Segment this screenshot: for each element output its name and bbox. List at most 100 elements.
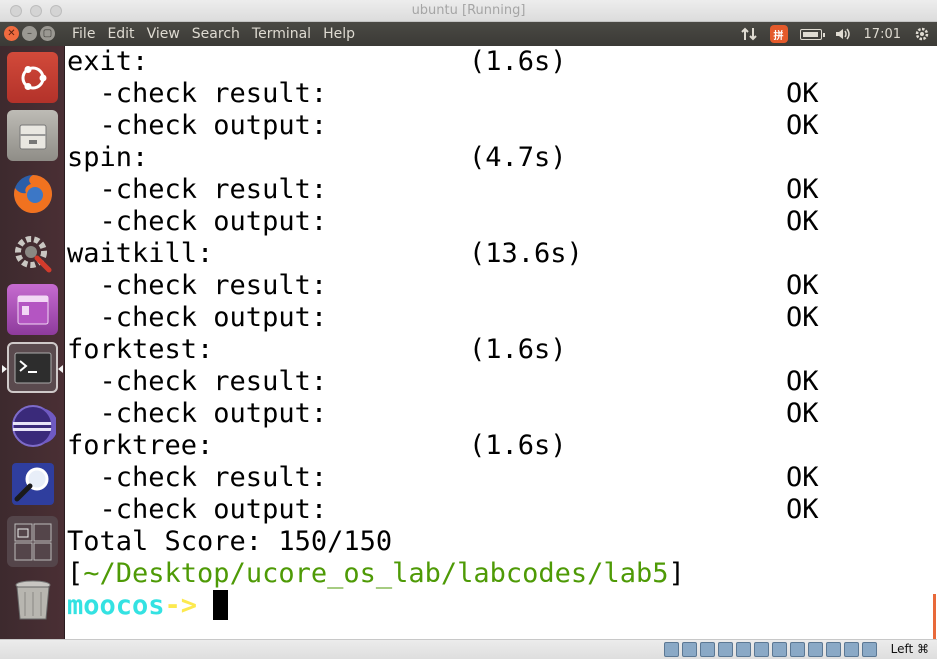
result-line: waitkill: (13.6s) — [67, 238, 927, 270]
system-settings-icon[interactable] — [7, 226, 58, 277]
test-status: OK — [786, 302, 819, 333]
result-line: exit: (1.6s) — [67, 46, 927, 78]
menu-search[interactable]: Search — [192, 26, 240, 42]
firefox-icon[interactable] — [7, 168, 58, 219]
result-line: -check output: OK — [67, 398, 927, 430]
test-duration: (4.7s) — [469, 142, 567, 173]
menu-bar: File Edit View Search Terminal Help — [72, 22, 367, 46]
capture-icon[interactable] — [808, 642, 823, 657]
result-line: -check output: OK — [67, 302, 927, 334]
menu-help[interactable]: Help — [323, 26, 355, 42]
test-status: OK — [786, 398, 819, 429]
test-label: -check result: — [67, 78, 328, 109]
test-label: -check output: — [67, 398, 328, 429]
host-window-title: ubuntu [Running] — [411, 3, 526, 18]
prompt-line[interactable]: moocos-> — [67, 590, 229, 622]
mouse-integration-icon[interactable] — [844, 642, 859, 657]
prompt-arrow: -> — [164, 590, 198, 621]
terminal-output[interactable]: exit: (1.6s) -check result: OK -check outp… — [65, 46, 937, 639]
settings-gear-icon[interactable] — [913, 25, 931, 43]
host-title-bar: ubuntu [Running] — [0, 0, 937, 22]
test-duration: (1.6s) — [469, 334, 567, 365]
menu-file[interactable]: File — [72, 26, 95, 42]
test-label: -check output: — [67, 110, 328, 141]
top-panel: ✕ – ▢ File Edit View Search Terminal Hel… — [0, 22, 937, 46]
result-line: -check output: OK — [67, 494, 927, 526]
input-method-icon[interactable]: 拼 — [769, 25, 788, 43]
test-label: -check output: — [67, 206, 328, 237]
ubuntu-dash-icon[interactable] — [7, 52, 58, 103]
clock[interactable]: 17:01 — [864, 27, 901, 42]
cpu-icon[interactable] — [826, 642, 841, 657]
test-label: exit: — [67, 46, 149, 77]
terminal-icon[interactable] — [2, 342, 63, 393]
test-status: OK — [786, 78, 819, 109]
files-icon[interactable] — [7, 110, 58, 161]
test-status: OK — [786, 110, 819, 141]
result-line: -check result: OK — [67, 174, 927, 206]
test-duration: (1.6s) — [469, 430, 567, 461]
test-status: OK — [786, 462, 819, 493]
launcher — [0, 46, 65, 639]
menu-terminal[interactable]: Terminal — [252, 26, 311, 42]
app-purple-icon[interactable] — [7, 284, 58, 335]
indicator-area: 拼 17:01 — [740, 22, 931, 46]
result-line: -check result: OK — [67, 270, 927, 302]
network-icon[interactable] — [718, 642, 733, 657]
test-label: forktest: — [67, 334, 214, 365]
scrollbar-indicator[interactable] — [933, 594, 936, 639]
working-directory-path: ~/Desktop/ucore_os_lab/labcodes/lab5 — [83, 558, 669, 589]
vm-status-bar: Left ⌘ — [0, 639, 937, 659]
eclipse-icon[interactable] — [7, 400, 58, 451]
test-label: spin: — [67, 142, 149, 173]
total-score-line: Total Score: 150/150 — [67, 526, 393, 557]
test-status: OK — [786, 206, 819, 237]
result-line: spin: (4.7s) — [67, 142, 927, 174]
result-line: -check result: OK — [67, 462, 927, 494]
test-label: -check output: — [67, 494, 328, 525]
test-label: -check result: — [67, 174, 328, 205]
network-arrows-icon[interactable] — [740, 26, 758, 42]
close-window-button[interactable]: ✕ — [4, 26, 19, 41]
pen-icon[interactable] — [736, 642, 751, 657]
window-controls: ✕ – ▢ — [4, 26, 55, 41]
text-cursor — [213, 590, 229, 620]
vm-status-icons — [664, 642, 877, 657]
shared-folder-icon[interactable] — [790, 642, 805, 657]
test-label: -check result: — [67, 366, 328, 397]
result-line: -check output: OK — [67, 110, 927, 142]
screen-icon[interactable] — [772, 642, 787, 657]
path-bracket-open: [ — [67, 558, 84, 589]
result-line: -check result: OK — [67, 78, 927, 110]
result-line: -check result: OK — [67, 366, 927, 398]
display-icon[interactable] — [754, 642, 769, 657]
workspace-switcher-icon[interactable] — [7, 516, 58, 567]
hdd-icon[interactable] — [664, 642, 679, 657]
prompt-user: moocos — [67, 590, 165, 621]
host-key-label: Left ⌘ — [890, 642, 929, 656]
volume-icon[interactable] — [834, 26, 852, 42]
minimize-window-button[interactable]: – — [22, 26, 37, 41]
test-label: waitkill: — [67, 238, 214, 269]
test-status: OK — [786, 494, 819, 525]
result-line: forktree: (1.6s) — [67, 430, 927, 462]
usb-icon[interactable] — [700, 642, 715, 657]
arrow-down-icon[interactable] — [862, 642, 877, 657]
result-line: forktest: (1.6s) — [67, 334, 927, 366]
trash-icon[interactable] — [7, 574, 58, 625]
test-label: forktree: — [67, 430, 214, 461]
result-line: -check output: OK — [67, 206, 927, 238]
test-status: OK — [786, 366, 819, 397]
test-duration: (1.6s) — [469, 46, 567, 77]
menu-view[interactable]: View — [147, 26, 180, 42]
test-status: OK — [786, 270, 819, 301]
menu-edit[interactable]: Edit — [107, 26, 134, 42]
test-label: -check result: — [67, 270, 328, 301]
test-duration: (13.6s) — [469, 238, 583, 269]
test-status: OK — [786, 174, 819, 205]
maximize-window-button[interactable]: ▢ — [40, 26, 55, 41]
search-magnifier-icon[interactable] — [7, 458, 58, 509]
battery-icon[interactable] — [799, 28, 825, 40]
cd-icon[interactable] — [682, 642, 697, 657]
path-bracket-close: ] — [668, 558, 685, 589]
